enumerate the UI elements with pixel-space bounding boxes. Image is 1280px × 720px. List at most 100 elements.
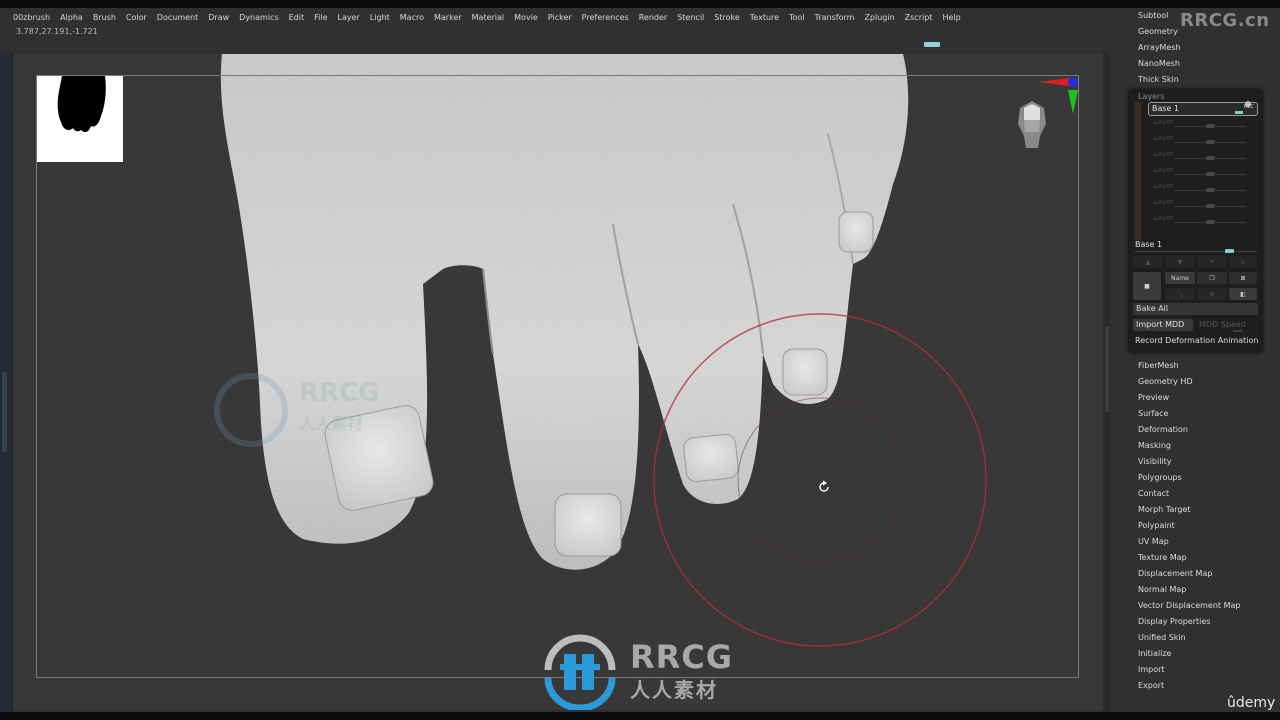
- watermark-center: RRCG 人人素材: [540, 634, 750, 710]
- palette-deformation[interactable]: Deformation: [1138, 425, 1188, 434]
- palette-contact[interactable]: Contact: [1138, 489, 1169, 498]
- palette-morph-target[interactable]: Morph Target: [1138, 505, 1191, 514]
- menu-color[interactable]: Color: [121, 10, 152, 26]
- layer-slot[interactable]: Layer: [1150, 182, 1256, 198]
- palette-subtool[interactable]: Subtool: [1138, 11, 1168, 20]
- menu-light[interactable]: Light: [365, 10, 395, 26]
- merge-down-icon[interactable]: ↳: [1229, 256, 1257, 268]
- palette-import[interactable]: Import: [1138, 665, 1165, 674]
- palette-thick-skin[interactable]: Thick Skin: [1138, 75, 1179, 84]
- menu-transform[interactable]: Transform: [810, 10, 860, 26]
- palette-geometry-hd[interactable]: Geometry HD: [1138, 377, 1193, 386]
- import-mdd-button[interactable]: Import MDD: [1133, 319, 1193, 331]
- palette-vector-displacement-map[interactable]: Vector Displacement Map: [1138, 601, 1240, 610]
- right-tray-scrollbar[interactable]: [1105, 326, 1109, 412]
- menu-material[interactable]: Material: [467, 10, 510, 26]
- menu-edit[interactable]: Edit: [284, 10, 310, 26]
- navigation-thumbnail[interactable]: [37, 76, 123, 162]
- menu-00zbrush[interactable]: 00zbrush: [8, 10, 55, 26]
- udemy-logo: ûdemy: [1227, 695, 1276, 711]
- palette-arraymesh[interactable]: ArrayMesh: [1138, 43, 1181, 52]
- foot-silhouette-icon: [57, 76, 106, 133]
- delete-layer-icon[interactable]: ⊠: [1229, 272, 1257, 284]
- x-axis-icon: [1038, 78, 1070, 86]
- menu-layer[interactable]: Layer: [333, 10, 365, 26]
- menu-brush[interactable]: Brush: [88, 10, 121, 26]
- watermark-left: RRCG 人人素材: [213, 373, 413, 447]
- merge-all-icon[interactable]: ≣: [1197, 288, 1227, 300]
- mdd-speed-knob[interactable]: [1233, 330, 1242, 332]
- menu-movie[interactable]: Movie: [509, 10, 543, 26]
- layer-base-1[interactable]: Base 1 REC: [1148, 101, 1258, 116]
- document-viewport[interactable]: RRCG 人人素材: [13, 54, 1103, 710]
- tool-palette: Subtool Geometry ArrayMesh NanoMesh Thic…: [1120, 8, 1280, 712]
- layer-intensity-slider[interactable]: [1235, 111, 1243, 114]
- palette-nanomesh[interactable]: NanoMesh: [1138, 59, 1180, 68]
- canvas-frame: [36, 75, 1079, 678]
- menu-dynamics[interactable]: Dynamics: [234, 10, 283, 26]
- record-deformation-animation-button[interactable]: Record Deformation Animation: [1135, 336, 1258, 345]
- layer-slot[interactable]: Layer: [1150, 198, 1256, 214]
- menu-texture[interactable]: Texture: [745, 10, 784, 26]
- menu-picker[interactable]: Picker: [543, 10, 577, 26]
- palette-fibermesh[interactable]: FiberMesh: [1138, 361, 1179, 370]
- layer-slot[interactable]: Layer: [1150, 150, 1256, 166]
- layer-slot[interactable]: Layer: [1150, 214, 1256, 230]
- layer-strength-slider[interactable]: [1135, 251, 1257, 252]
- new-layer-icon[interactable]: ■: [1133, 272, 1161, 300]
- layers-subpalette: Layers Base 1 REC Layer Layer Layer Laye…: [1129, 90, 1262, 352]
- y-axis-icon: [1068, 90, 1078, 114]
- layer-options-icon[interactable]: ◧: [1229, 288, 1257, 300]
- palette-visibility[interactable]: Visibility: [1138, 457, 1172, 466]
- palette-masking[interactable]: Masking: [1138, 441, 1171, 450]
- palette-polygroups[interactable]: Polygroups: [1138, 473, 1182, 482]
- mdd-speed-slider[interactable]: MDD Speed: [1199, 320, 1246, 329]
- palette-preview[interactable]: Preview: [1138, 393, 1169, 402]
- bake-all-button[interactable]: Bake All: [1133, 303, 1258, 315]
- zbrush-app: 00zbrush Alpha Brush Color Document Draw…: [0, 8, 1280, 717]
- menu-stencil[interactable]: Stencil: [672, 10, 709, 26]
- palette-export[interactable]: Export: [1138, 681, 1164, 690]
- move-down-icon[interactable]: ▼: [1165, 256, 1195, 268]
- layer-slot[interactable]: Layer: [1150, 118, 1256, 134]
- menu-render[interactable]: Render: [634, 10, 672, 26]
- palette-unified-skin[interactable]: Unified Skin: [1138, 633, 1186, 642]
- palette-geometry[interactable]: Geometry: [1138, 27, 1178, 36]
- layer-slot[interactable]: Layer: [1150, 134, 1256, 150]
- palette-surface[interactable]: Surface: [1138, 409, 1168, 418]
- menu-help[interactable]: Help: [937, 10, 965, 26]
- tray-toggle-marker[interactable]: [924, 42, 940, 47]
- menu-zscript[interactable]: Zscript: [900, 10, 938, 26]
- layers-title[interactable]: Layers: [1138, 92, 1164, 101]
- layer-slot[interactable]: Layer: [1150, 166, 1256, 182]
- palette-display-properties[interactable]: Display Properties: [1138, 617, 1210, 626]
- window-top-bar: [0, 0, 1280, 8]
- menu-stroke[interactable]: Stroke: [709, 10, 745, 26]
- menu-macro[interactable]: Macro: [395, 10, 429, 26]
- menu-draw[interactable]: Draw: [203, 10, 234, 26]
- menu-marker[interactable]: Marker: [429, 10, 467, 26]
- layer-name-button[interactable]: Name: [1165, 272, 1195, 284]
- left-tray-scrollbar[interactable]: [2, 372, 7, 452]
- palette-polypaint[interactable]: Polypaint: [1138, 521, 1175, 530]
- menu-preferences[interactable]: Preferences: [577, 10, 634, 26]
- merge-up-icon[interactable]: ↱: [1197, 256, 1227, 268]
- menu-document[interactable]: Document: [152, 10, 203, 26]
- menu-file[interactable]: File: [309, 10, 332, 26]
- palette-displacement-map[interactable]: Displacement Map: [1138, 569, 1212, 578]
- palette-texture-map[interactable]: Texture Map: [1138, 553, 1187, 562]
- menu-alpha[interactable]: Alpha: [55, 10, 88, 26]
- orientation-head-icon[interactable]: [1012, 98, 1052, 153]
- move-up-icon[interactable]: ▲: [1133, 256, 1163, 268]
- coordinate-readout: 3.787,27.191,-1.721: [16, 27, 98, 36]
- split-layer-icon[interactable]: ⤵: [1165, 288, 1195, 300]
- layer-strength-knob[interactable]: [1225, 249, 1234, 253]
- menu-zplugin[interactable]: Zplugin: [859, 10, 899, 26]
- menu-tool[interactable]: Tool: [784, 10, 810, 26]
- palette-normal-map[interactable]: Normal Map: [1138, 585, 1186, 594]
- palette-uv-map[interactable]: UV Map: [1138, 537, 1169, 546]
- duplicate-layer-icon[interactable]: ❐: [1197, 272, 1227, 284]
- layers-scrollbar[interactable]: [1134, 102, 1141, 240]
- window-bottom-bar: [0, 712, 1280, 720]
- palette-initialize[interactable]: Initialize: [1138, 649, 1171, 658]
